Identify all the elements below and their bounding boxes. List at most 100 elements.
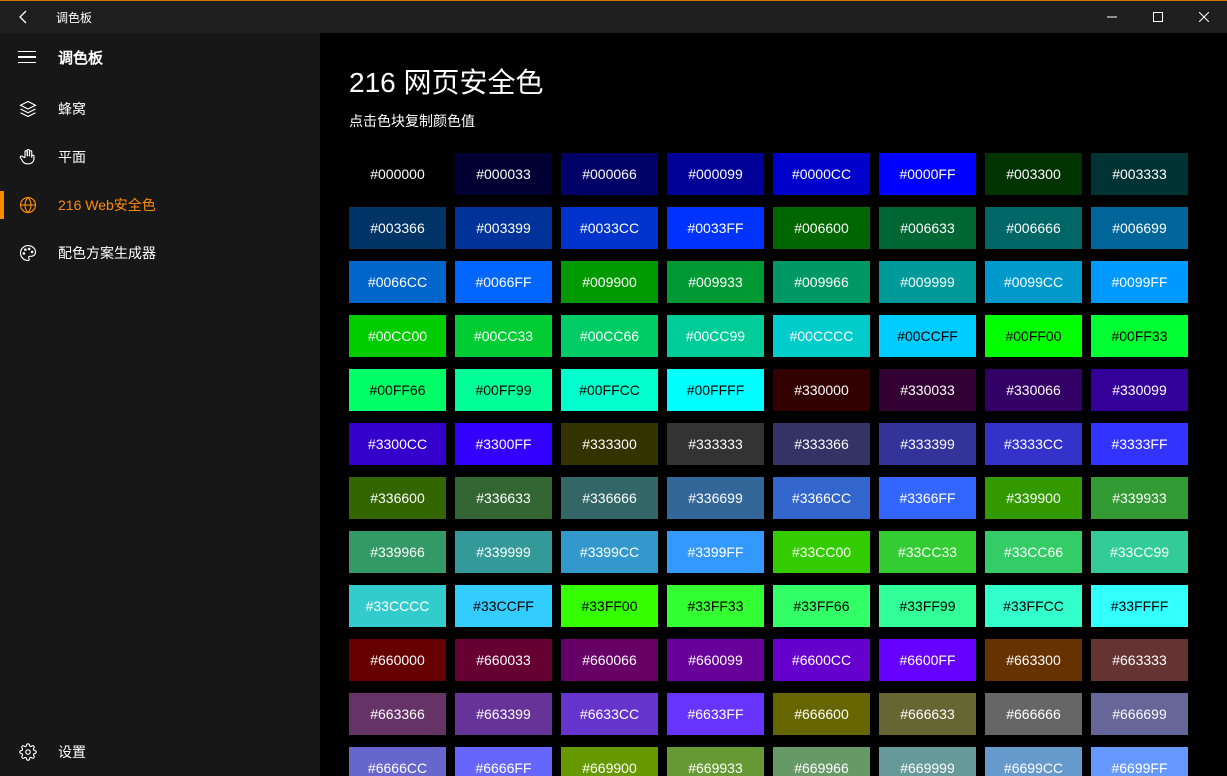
color-swatch[interactable]: #00CC99 <box>667 315 764 357</box>
color-swatch[interactable]: #336699 <box>667 477 764 519</box>
color-swatch[interactable]: #666699 <box>1091 693 1188 735</box>
color-swatch[interactable]: #33FFCC <box>985 585 1082 627</box>
color-swatch[interactable]: #669933 <box>667 747 764 776</box>
color-swatch[interactable]: #3399CC <box>561 531 658 573</box>
color-swatch[interactable]: #0033FF <box>667 207 764 249</box>
color-swatch[interactable]: #006666 <box>985 207 1082 249</box>
color-swatch[interactable]: #333399 <box>879 423 976 465</box>
color-swatch[interactable]: #003366 <box>349 207 446 249</box>
sidebar-item-flat[interactable]: 平面 <box>0 133 320 181</box>
color-swatch[interactable]: #6666CC <box>349 747 446 776</box>
color-swatch[interactable]: #0066FF <box>455 261 552 303</box>
color-swatch[interactable]: #660099 <box>667 639 764 681</box>
color-swatch[interactable]: #0000FF <box>879 153 976 195</box>
color-swatch[interactable]: #339900 <box>985 477 1082 519</box>
color-swatch[interactable]: #33CC33 <box>879 531 976 573</box>
color-swatch[interactable]: #663399 <box>455 693 552 735</box>
color-swatch[interactable]: #000000 <box>349 153 446 195</box>
color-swatch[interactable]: #00FF00 <box>985 315 1082 357</box>
color-swatch[interactable]: #660033 <box>455 639 552 681</box>
color-swatch[interactable]: #669900 <box>561 747 658 776</box>
color-swatch[interactable]: #3300FF <box>455 423 552 465</box>
color-swatch[interactable]: #330000 <box>773 369 870 411</box>
minimize-button[interactable] <box>1089 1 1135 33</box>
color-swatch[interactable]: #3333CC <box>985 423 1082 465</box>
color-swatch[interactable]: #3300CC <box>349 423 446 465</box>
color-swatch[interactable]: #336666 <box>561 477 658 519</box>
color-swatch[interactable]: #666600 <box>773 693 870 735</box>
color-swatch[interactable]: #3366CC <box>773 477 870 519</box>
color-swatch[interactable]: #3399FF <box>667 531 764 573</box>
color-swatch[interactable]: #660066 <box>561 639 658 681</box>
color-swatch[interactable]: #666666 <box>985 693 1082 735</box>
color-swatch[interactable]: #669999 <box>879 747 976 776</box>
color-swatch[interactable]: #00FFFF <box>667 369 764 411</box>
color-swatch[interactable]: #33CCFF <box>455 585 552 627</box>
color-swatch[interactable]: #000099 <box>667 153 764 195</box>
color-swatch[interactable]: #6633FF <box>667 693 764 735</box>
color-swatch[interactable]: #00FF33 <box>1091 315 1188 357</box>
color-swatch[interactable]: #009999 <box>879 261 976 303</box>
color-swatch[interactable]: #000066 <box>561 153 658 195</box>
color-swatch[interactable]: #663333 <box>1091 639 1188 681</box>
color-swatch[interactable]: #669966 <box>773 747 870 776</box>
color-swatch[interactable]: #003399 <box>455 207 552 249</box>
sidebar-item-settings[interactable]: 设置 <box>0 728 320 776</box>
color-swatch[interactable]: #336633 <box>455 477 552 519</box>
color-swatch[interactable]: #00CCFF <box>879 315 976 357</box>
color-swatch[interactable]: #6666FF <box>455 747 552 776</box>
color-swatch[interactable]: #6699CC <box>985 747 1082 776</box>
color-swatch[interactable]: #333300 <box>561 423 658 465</box>
color-swatch[interactable]: #00CCCC <box>773 315 870 357</box>
color-swatch[interactable]: #339933 <box>1091 477 1188 519</box>
color-swatch[interactable]: #00FF99 <box>455 369 552 411</box>
color-swatch[interactable]: #660000 <box>349 639 446 681</box>
color-swatch[interactable]: #33CCCC <box>349 585 446 627</box>
color-swatch[interactable]: #00CC33 <box>455 315 552 357</box>
color-swatch[interactable]: #339999 <box>455 531 552 573</box>
color-swatch[interactable]: #0000CC <box>773 153 870 195</box>
color-swatch[interactable]: #00CC66 <box>561 315 658 357</box>
color-swatch[interactable]: #330066 <box>985 369 1082 411</box>
sidebar-item-scheme[interactable]: 配色方案生成器 <box>0 229 320 277</box>
color-swatch[interactable]: #006699 <box>1091 207 1188 249</box>
color-swatch[interactable]: #009933 <box>667 261 764 303</box>
color-swatch[interactable]: #6600FF <box>879 639 976 681</box>
color-swatch[interactable]: #006600 <box>773 207 870 249</box>
color-swatch[interactable]: #33CC00 <box>773 531 870 573</box>
color-swatch[interactable]: #33FF66 <box>773 585 870 627</box>
color-swatch[interactable]: #0033CC <box>561 207 658 249</box>
color-swatch[interactable]: #666633 <box>879 693 976 735</box>
color-swatch[interactable]: #000033 <box>455 153 552 195</box>
color-swatch[interactable]: #006633 <box>879 207 976 249</box>
color-swatch[interactable]: #003300 <box>985 153 1082 195</box>
color-swatch[interactable]: #663366 <box>349 693 446 735</box>
color-swatch[interactable]: #336600 <box>349 477 446 519</box>
color-swatch[interactable]: #33FF99 <box>879 585 976 627</box>
color-swatch[interactable]: #00FFCC <box>561 369 658 411</box>
sidebar-item-websafe[interactable]: 216 Web安全色 <box>0 181 320 229</box>
color-swatch[interactable]: #33CC66 <box>985 531 1082 573</box>
color-swatch[interactable]: #6699FF <box>1091 747 1188 776</box>
color-swatch[interactable]: #6633CC <box>561 693 658 735</box>
color-swatch[interactable]: #33FF33 <box>667 585 764 627</box>
color-swatch[interactable]: #3366FF <box>879 477 976 519</box>
color-swatch[interactable]: #3333FF <box>1091 423 1188 465</box>
hamburger-icon[interactable] <box>18 47 38 67</box>
color-swatch[interactable]: #00FF66 <box>349 369 446 411</box>
color-swatch[interactable]: #33FF00 <box>561 585 658 627</box>
color-swatch[interactable]: #330099 <box>1091 369 1188 411</box>
color-swatch[interactable]: #0099CC <box>985 261 1082 303</box>
color-swatch[interactable]: #33FFFF <box>1091 585 1188 627</box>
color-swatch[interactable]: #009966 <box>773 261 870 303</box>
color-swatch[interactable]: #0066CC <box>349 261 446 303</box>
color-swatch[interactable]: #6600CC <box>773 639 870 681</box>
color-swatch[interactable]: #33CC99 <box>1091 531 1188 573</box>
maximize-button[interactable] <box>1135 1 1181 33</box>
color-swatch[interactable]: #333366 <box>773 423 870 465</box>
color-swatch[interactable]: #003333 <box>1091 153 1188 195</box>
color-swatch[interactable]: #0099FF <box>1091 261 1188 303</box>
color-swatch[interactable]: #663300 <box>985 639 1082 681</box>
color-swatch[interactable]: #00CC00 <box>349 315 446 357</box>
color-swatch[interactable]: #333333 <box>667 423 764 465</box>
